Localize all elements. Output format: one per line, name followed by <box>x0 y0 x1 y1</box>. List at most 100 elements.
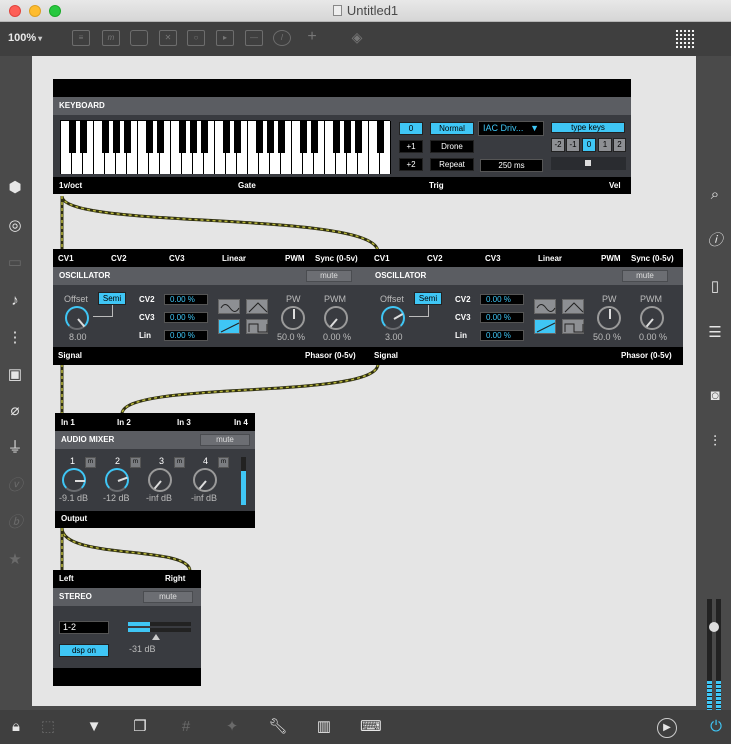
octave-0-button[interactable]: 0 <box>399 122 423 135</box>
black-key[interactable] <box>376 121 384 153</box>
repeat-time-field[interactable]: 250 ms <box>480 159 543 172</box>
triangle-wave-button[interactable] <box>246 299 268 314</box>
repeat-mode-button[interactable]: Repeat <box>430 158 474 171</box>
black-key[interactable] <box>266 121 274 153</box>
oscillator-1-module[interactable]: CV1 CV2 CV3 Linear PWM Sync (0-5v) OSCIL… <box>53 249 369 365</box>
black-key[interactable] <box>343 121 351 153</box>
semi-toggle[interactable]: Semi <box>414 292 442 305</box>
input-left[interactable]: Left <box>59 574 74 583</box>
input-cv3[interactable]: CV3 <box>169 254 185 263</box>
output-signal[interactable]: Signal <box>58 351 82 360</box>
output-trig[interactable]: Trig <box>429 181 444 190</box>
channel-select[interactable]: 1-2 <box>59 621 109 634</box>
output-1voct[interactable]: 1v/oct <box>59 181 82 190</box>
power-icon[interactable]: ⏻ <box>706 718 726 736</box>
presentation-mode-icon[interactable]: ▼ <box>84 718 104 736</box>
midi-device-select[interactable]: IAC Driv... ▼ <box>478 121 544 136</box>
input-cv2[interactable]: CV2 <box>111 254 127 263</box>
black-key[interactable] <box>189 121 197 153</box>
mixer-mute-button[interactable]: mute <box>200 434 250 446</box>
saw-wave-button[interactable] <box>218 319 240 334</box>
octave-plus1-button[interactable]: +1 <box>399 140 423 153</box>
input-cv2[interactable]: CV2 <box>427 254 443 263</box>
stereo-mute-button[interactable]: mute <box>143 591 193 603</box>
black-key[interactable] <box>200 121 208 153</box>
oscillator-1-mute-button[interactable]: mute <box>306 270 352 282</box>
input-3[interactable]: In 3 <box>177 418 191 427</box>
black-key[interactable] <box>354 121 362 153</box>
debug-icon[interactable]: ✦ <box>222 718 242 736</box>
lock-icon[interactable]: 🔒︎ <box>6 718 26 736</box>
cv2-amount[interactable]: 0.00 % <box>164 294 208 305</box>
square-wave-button[interactable] <box>562 319 584 334</box>
octave-select-1[interactable]: 1 <box>598 138 612 152</box>
input-1[interactable]: In 1 <box>61 418 75 427</box>
output-signal[interactable]: Signal <box>374 351 398 360</box>
channel-2-mute[interactable]: m <box>130 457 141 468</box>
input-cv1[interactable]: CV1 <box>374 254 390 263</box>
output-mix[interactable]: Output <box>61 514 87 523</box>
semi-toggle[interactable]: Semi <box>98 292 126 305</box>
black-key[interactable] <box>233 121 241 153</box>
output-phasor[interactable]: Phasor (0-5v) <box>305 351 356 360</box>
dsp-toggle[interactable]: dsp on <box>59 644 109 657</box>
channel-1-gain-knob[interactable] <box>62 468 86 492</box>
velocity-slider-thumb[interactable] <box>585 160 591 166</box>
input-linear[interactable]: Linear <box>538 254 562 263</box>
black-key[interactable] <box>310 121 318 153</box>
saw-wave-button[interactable] <box>534 319 556 334</box>
square-wave-button[interactable] <box>246 319 268 334</box>
input-pwm[interactable]: PWM <box>285 254 305 263</box>
octave-select-2[interactable]: 2 <box>613 138 626 152</box>
audio-mixer-module[interactable]: In 1 In 2 In 3 In 4 AUDIO MIXER mute 1 m … <box>55 413 255 528</box>
normal-mode-button[interactable]: Normal <box>430 122 474 135</box>
black-key[interactable] <box>277 121 285 153</box>
channel-4-gain-knob[interactable] <box>193 468 217 492</box>
channel-4-mute[interactable]: m <box>218 457 229 468</box>
offset-knob[interactable] <box>65 306 89 330</box>
output-phasor[interactable]: Phasor (0-5v) <box>621 351 672 360</box>
input-4[interactable]: In 4 <box>234 418 248 427</box>
wrench-icon[interactable]: 🔧︎ <box>268 718 288 736</box>
cv2-amount[interactable]: 0.00 % <box>480 294 524 305</box>
sine-wave-button[interactable] <box>218 299 240 314</box>
black-key[interactable] <box>68 121 76 153</box>
grid-icon[interactable]: # <box>176 718 196 736</box>
output-gate[interactable]: Gate <box>238 181 256 190</box>
channel-3-mute[interactable]: m <box>174 457 185 468</box>
input-cv3[interactable]: CV3 <box>485 254 501 263</box>
pw-knob[interactable] <box>597 306 621 330</box>
velocity-slider[interactable] <box>551 157 626 170</box>
channel-1-mute[interactable]: m <box>85 457 96 468</box>
octave-select-m1[interactable]: -1 <box>566 138 580 152</box>
black-key[interactable] <box>123 121 131 153</box>
octave-select-0[interactable]: 0 <box>582 138 596 152</box>
black-key[interactable] <box>101 121 109 153</box>
output-vel[interactable]: Vel <box>609 181 621 190</box>
keyboard-module[interactable]: KEYBOARD 0 +1 +2 Normal Drone Repeat IAC… <box>53 79 631 194</box>
cv3-amount[interactable]: 0.00 % <box>480 312 524 323</box>
black-key[interactable] <box>222 121 230 153</box>
input-linear[interactable]: Linear <box>222 254 246 263</box>
drone-mode-button[interactable]: Drone <box>430 140 474 153</box>
select-icon[interactable]: ⬚ <box>38 718 58 736</box>
keyboard-icon[interactable]: ⌨ <box>360 718 382 736</box>
pwm-knob[interactable] <box>640 306 664 330</box>
octave-select-m2[interactable]: -2 <box>551 138 565 152</box>
channel-3-gain-knob[interactable] <box>148 468 172 492</box>
pw-knob[interactable] <box>281 306 305 330</box>
black-key[interactable] <box>255 121 263 153</box>
black-key[interactable] <box>145 121 153 153</box>
offset-knob[interactable] <box>381 306 405 330</box>
stereo-gain-slider[interactable] <box>152 634 160 640</box>
input-sync[interactable]: Sync (0-5v) <box>315 254 358 263</box>
black-key[interactable] <box>178 121 186 153</box>
stereo-output-module[interactable]: Left Right STEREO mute 1-2 dsp on -31 dB <box>53 570 201 686</box>
black-key[interactable] <box>79 121 87 153</box>
play-icon[interactable]: ▶ <box>657 718 677 738</box>
cv3-amount[interactable]: 0.00 % <box>164 312 208 323</box>
oscillator-2-mute-button[interactable]: mute <box>622 270 668 282</box>
pwm-knob[interactable] <box>324 306 348 330</box>
sine-wave-button[interactable] <box>534 299 556 314</box>
piano-icon[interactable]: ▥ <box>314 718 334 736</box>
